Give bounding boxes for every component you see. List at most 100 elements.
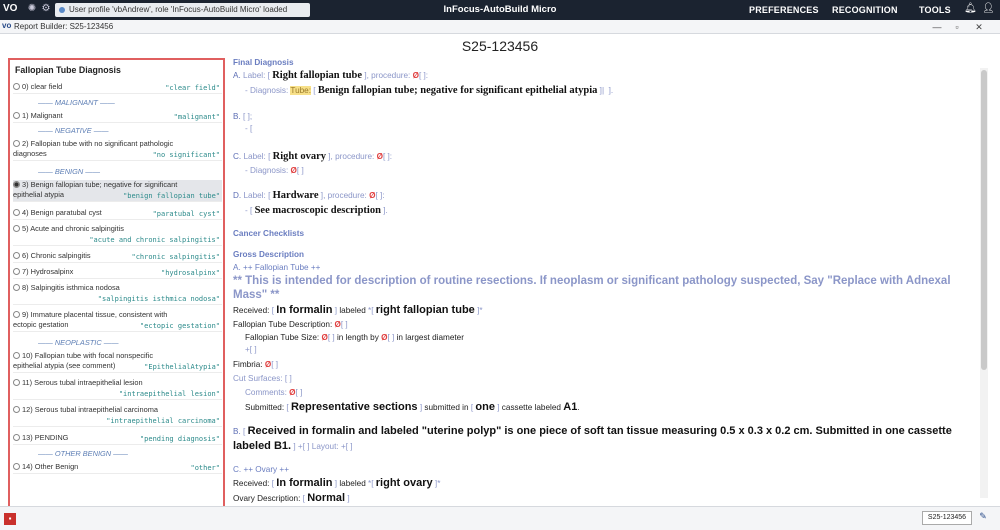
report-editor[interactable]: Final Diagnosis A. Label: [ Right fallop… (231, 58, 989, 510)
received-label: Received: (233, 479, 270, 488)
record-icon[interactable]: ▪ (4, 513, 16, 525)
section-header: —— MALIGNANT —— (38, 98, 115, 107)
labeled-field[interactable]: right ovary (376, 477, 433, 489)
menu-recognition[interactable]: RECOGNITION (832, 0, 898, 20)
label-word: Label: (243, 191, 266, 200)
gross-note: ** This is intended for description of r… (233, 275, 951, 301)
item-label: 9) Immature placental tissue, consistent… (22, 310, 168, 319)
item-label: 13) PENDING (22, 433, 69, 442)
list-item[interactable]: 7) Hydrosalpinx "hydrosalpinx" (13, 267, 222, 279)
list-item[interactable]: 11) Serous tubal intraepithelial lesion "… (13, 378, 222, 400)
list-item[interactable]: 4) Benign paratubal cyst "paratubal cyst" (13, 208, 222, 220)
label-field[interactable]: Hardware (273, 190, 319, 201)
diagnosis-field[interactable]: See macroscopic description (255, 205, 381, 216)
diagnosis-field[interactable]: Benign fallopian tube; negative for sign… (318, 85, 598, 96)
diagnosis-word: - Diagnosis: (245, 86, 289, 95)
item-code: "salpingitis isthmica nodosa" (97, 295, 220, 303)
list-item[interactable]: 13) PENDING "pending diagnosis" (13, 433, 222, 445)
radio-button-selected[interactable] (13, 181, 20, 188)
list-item[interactable]: 2) Fallopian tube with no significant pa… (13, 139, 222, 161)
radio-button[interactable] (13, 406, 20, 413)
part-letter: B. (233, 112, 241, 121)
received-c-line: Received: [ In formalin ] labeled *[ rig… (233, 477, 441, 489)
received-label: Received: (233, 306, 270, 315)
gear-icon[interactable]: ⚙ (38, 3, 54, 17)
diagnosis-c-line: C. Label: [ Right ovary ], procedure: Ø[… (233, 151, 393, 162)
scrollbar-thumb[interactable] (981, 70, 987, 370)
add-field[interactable]: +[ ] (245, 345, 257, 354)
list-item-selected[interactable]: 3) Benign fallopian tube; negative for s… (13, 180, 222, 202)
radio-button[interactable] (13, 379, 20, 386)
list-item[interactable]: 10) Fallopian tube with focal nonspecifi… (13, 351, 222, 373)
diagnosis-a-value-line: - Diagnosis: Tube: [ Benign fallopian tu… (245, 85, 614, 96)
empty-bracket[interactable]: [ ]; (243, 112, 252, 121)
item-label: 11) Serous tubal intraepithelial lesion (22, 378, 143, 387)
cut-surfaces-line: Cut Surfaces: [ ] (233, 374, 292, 383)
radio-button[interactable] (13, 463, 20, 470)
submitted-line: Submitted: [ Representative sections ] s… (245, 401, 580, 413)
diagnosis-c-value-line: - Diagnosis: Ø[ ] (245, 166, 304, 175)
list-item[interactable]: 6) Chronic salpingitis "chronic salpingit… (13, 251, 222, 263)
item-label: 7) Hydrosalpinx (22, 267, 74, 276)
label-field[interactable]: Right fallopian tube (272, 70, 362, 81)
user-icon[interactable]: 👤︎ (982, 3, 995, 17)
fixative-field[interactable]: In formalin (276, 477, 332, 489)
cassette-labeled: cassette labeled (501, 403, 561, 412)
section-header: —— NEGATIVE —— (38, 126, 109, 135)
close-icon[interactable]: ✕ (972, 20, 986, 34)
status-case-id: S25-123456 (922, 511, 972, 525)
radio-button[interactable] (13, 225, 20, 232)
list-item[interactable]: 1) Malignant "malignant" (13, 111, 222, 123)
list-item[interactable]: 14) Other Benign "other" (13, 462, 222, 474)
radio-button[interactable] (13, 252, 20, 259)
list-item[interactable]: 8) Salpingitis isthmica nodosa "salpingit… (13, 283, 222, 305)
app-topbar: VO ✺ ⚙ User profile 'vbAndrew', role 'In… (0, 0, 1000, 20)
section-header: —— OTHER BENIGN —— (38, 449, 128, 458)
sections-field[interactable]: Representative sections (291, 401, 418, 413)
item-label: 12) Serous tubal intraepithelial carcino… (22, 405, 158, 414)
cassette-count-field[interactable]: one (475, 401, 495, 413)
radio-button[interactable] (13, 434, 20, 441)
status-text: User profile 'vbAndrew', role 'InFocus-A… (69, 5, 288, 14)
list-item[interactable]: 5) Acute and chronic salpingitis "acute a… (13, 224, 222, 246)
menu-tools[interactable]: TOOLS (919, 0, 951, 20)
ft-size-line: Fallopian Tube Size: Ø[ ] in length by Ø… (245, 333, 464, 342)
diagnosis-d-line: D. Label: [ Hardware ], procedure: Ø[ ]: (233, 190, 385, 201)
item-code: "hydrosalpinx" (160, 269, 220, 277)
procedure-word: procedure: (327, 191, 367, 200)
labeled-field[interactable]: right fallopian tube (376, 304, 475, 316)
bell-icon[interactable]: 🔔︎ (964, 3, 977, 17)
gross-description-heading: Gross Description (233, 250, 304, 259)
case-title: S25-123456 (461, 38, 539, 54)
edit-icon[interactable]: ✎ (976, 511, 990, 525)
radio-button[interactable] (13, 209, 20, 216)
item-label: 14) Other Benign (22, 462, 79, 471)
window-logo: vo (2, 21, 12, 30)
ovary-description-field[interactable]: Normal (307, 492, 345, 504)
radio-button[interactable] (13, 352, 20, 359)
menu-preferences[interactable]: PREFERENCES (749, 0, 819, 20)
label-field[interactable]: Right ovary (273, 151, 326, 162)
item-label-cont: epithelial atypia (see comment) (13, 361, 116, 370)
cassette-label: A1 (563, 401, 578, 413)
report-scrollbar[interactable] (980, 68, 988, 498)
list-item[interactable]: 0) clear field "clear field" (13, 82, 222, 94)
cancer-checklists-heading[interactable]: Cancer Checklists (233, 229, 304, 238)
radio-button[interactable] (13, 83, 20, 90)
fixative-field[interactable]: In formalin (276, 304, 332, 316)
section-header: —— BENIGN —— (38, 167, 101, 176)
list-item[interactable]: 9) Immature placental tissue, consistent… (13, 310, 222, 332)
cut-surfaces-label: Cut Surfaces: (233, 374, 283, 383)
minimize-icon[interactable]: — (930, 20, 944, 34)
radio-button[interactable] (13, 268, 20, 275)
radio-button[interactable] (13, 311, 20, 318)
ovary-description-line: Ovary Description: [ Normal ] (233, 492, 350, 504)
diagnosis-b-sub: - [ (245, 124, 253, 133)
restore-icon[interactable]: ▫ (950, 20, 964, 34)
item-code: "benign fallopian tube" (123, 192, 220, 200)
radio-button[interactable] (13, 112, 20, 119)
list-item[interactable]: 12) Serous tubal intraepithelial carcino… (13, 405, 222, 427)
radio-button[interactable] (13, 284, 20, 291)
radio-button[interactable] (13, 140, 20, 147)
in-largest-diameter: in largest diameter (396, 333, 464, 342)
